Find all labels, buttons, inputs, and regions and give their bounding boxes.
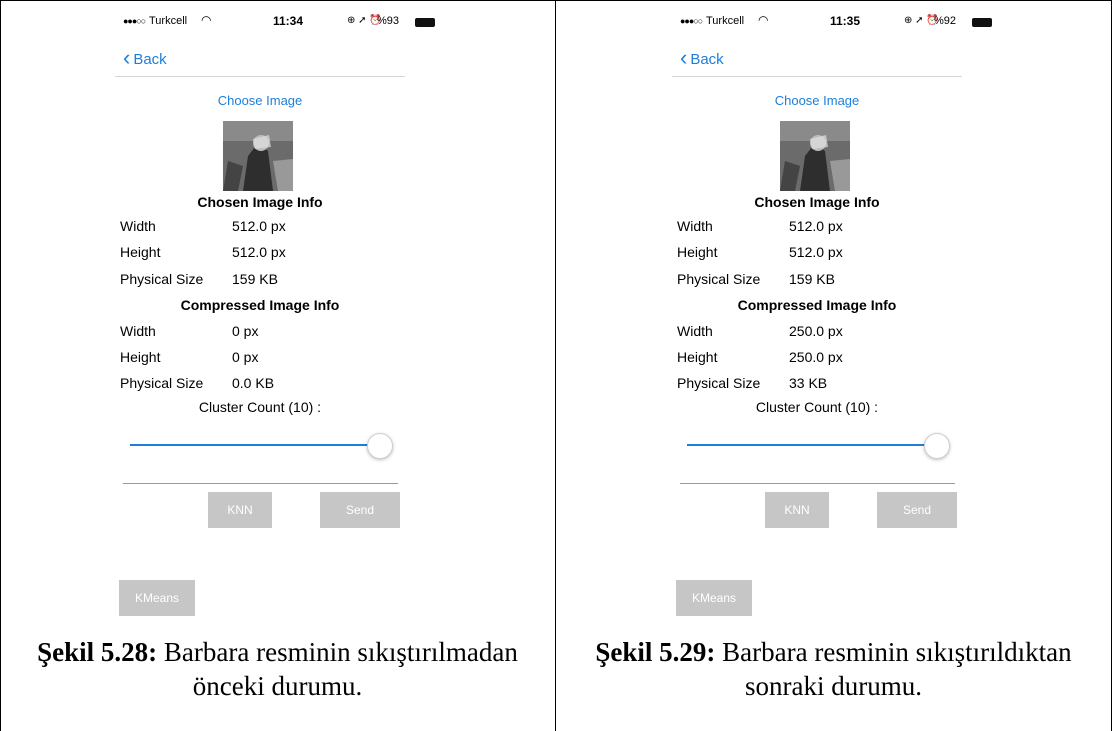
- cluster-slider-thumb[interactable]: [367, 433, 393, 459]
- row-label: Physical Size: [677, 271, 761, 287]
- row-label: Physical Size: [120, 375, 204, 391]
- row-label: Height: [677, 349, 718, 365]
- chevron-left-icon: ‹: [680, 45, 688, 70]
- compressed-info-heading: Compressed Image Info: [737, 297, 897, 313]
- row-label: Width: [120, 218, 156, 234]
- row-label: Width: [677, 323, 713, 339]
- row-value: 512.0 px: [789, 244, 843, 260]
- send-button[interactable]: Send: [320, 492, 400, 528]
- caption-text: Barbara resminin sıkıştırılmadan önceki …: [163, 637, 518, 701]
- figure-caption-5-29: Şekil 5.29: Barbara resminin sıkıştırıld…: [556, 635, 1111, 703]
- row-value: 0 px: [232, 323, 259, 339]
- battery-icon: [972, 18, 992, 27]
- caption-label: Şekil 5.29:: [595, 637, 716, 667]
- table-border-middle: [555, 0, 556, 731]
- cluster-count-label: Cluster Count (10) :: [198, 399, 322, 415]
- battery-percent: %93: [377, 15, 400, 27]
- cluster-slider-track[interactable]: [687, 444, 947, 446]
- choose-image-button[interactable]: Choose Image: [115, 93, 405, 108]
- back-button[interactable]: ‹ Back: [123, 45, 167, 70]
- signal-icon: ●●●○○: [123, 16, 146, 26]
- row-value: 159 KB: [232, 271, 278, 287]
- back-label: Back: [133, 50, 167, 68]
- status-time: 11:34: [273, 14, 304, 28]
- kmeans-button[interactable]: KMeans: [119, 580, 195, 616]
- text-field-underline[interactable]: [123, 483, 398, 484]
- figure-caption-5-28: Şekil 5.28: Barbara resminin sıkıştırılm…: [0, 635, 555, 703]
- wifi-icon: ◠: [201, 13, 212, 27]
- signal-icon: ●●●○○: [680, 16, 703, 26]
- chosen-info-heading: Chosen Image Info: [754, 194, 880, 210]
- phone-screenshot-after: ●●●○○ Turkcell ◠ 11:35 ⊕ ➚ ⏰ %92 ‹ Back …: [672, 8, 992, 628]
- wifi-icon: ◠: [758, 13, 769, 27]
- text-field-underline[interactable]: [680, 483, 955, 484]
- send-button[interactable]: Send: [877, 492, 957, 528]
- row-label: Width: [120, 323, 156, 339]
- status-time: 11:35: [830, 14, 861, 28]
- battery-percent: %92: [934, 15, 957, 27]
- caption-text: Barbara resminin sıkıştırıldıktan sonrak…: [722, 637, 1072, 701]
- carrier-name: Turkcell: [706, 15, 745, 27]
- caption-label: Şekil 5.28:: [37, 637, 158, 667]
- row-label: Height: [677, 244, 718, 260]
- chevron-left-icon: ‹: [123, 45, 131, 70]
- nav-divider: [115, 76, 405, 77]
- knn-button[interactable]: KNN: [208, 492, 272, 528]
- table-border-left: [0, 0, 1, 731]
- phone-screenshot-before: ●●●○○ Turkcell ◠ 11:34 ⊕ ➚ ⏰ %93 ‹ Back …: [115, 8, 435, 628]
- table-border-top: [0, 0, 1112, 1]
- back-label: Back: [690, 50, 724, 68]
- choose-image-button[interactable]: Choose Image: [672, 93, 962, 108]
- cluster-slider-thumb[interactable]: [924, 433, 950, 459]
- chosen-info-heading: Chosen Image Info: [197, 194, 323, 210]
- battery-icon: [415, 18, 435, 27]
- row-label: Physical Size: [677, 375, 761, 391]
- row-value: 159 KB: [789, 271, 835, 287]
- chosen-image-thumbnail: [780, 121, 850, 191]
- back-button[interactable]: ‹ Back: [680, 45, 724, 70]
- row-value: 250.0 px: [789, 323, 843, 339]
- cluster-slider-track[interactable]: [130, 444, 390, 446]
- kmeans-button[interactable]: KMeans: [676, 580, 752, 616]
- status-bar: ●●●○○ Turkcell ◠ 11:34 ⊕ ➚ ⏰: [115, 13, 405, 32]
- row-label: Width: [677, 218, 713, 234]
- cluster-count-label: Cluster Count (10) :: [755, 399, 879, 415]
- row-value: 0 px: [232, 349, 259, 365]
- row-value: 512.0 px: [789, 218, 843, 234]
- row-value: 250.0 px: [789, 349, 843, 365]
- row-value: 33 KB: [789, 375, 828, 391]
- row-label: Physical Size: [120, 271, 204, 287]
- row-label: Height: [120, 349, 161, 365]
- knn-button[interactable]: KNN: [765, 492, 829, 528]
- compressed-info-heading: Compressed Image Info: [180, 297, 340, 313]
- status-bar: ●●●○○ Turkcell ◠ 11:35 ⊕ ➚ ⏰: [672, 13, 962, 32]
- row-value: 0.0 KB: [232, 375, 275, 391]
- chosen-image-thumbnail: [223, 121, 293, 191]
- nav-divider: [672, 76, 962, 77]
- row-label: Height: [120, 244, 161, 260]
- carrier-name: Turkcell: [149, 15, 188, 27]
- row-value: 512.0 px: [232, 218, 286, 234]
- row-value: 512.0 px: [232, 244, 286, 260]
